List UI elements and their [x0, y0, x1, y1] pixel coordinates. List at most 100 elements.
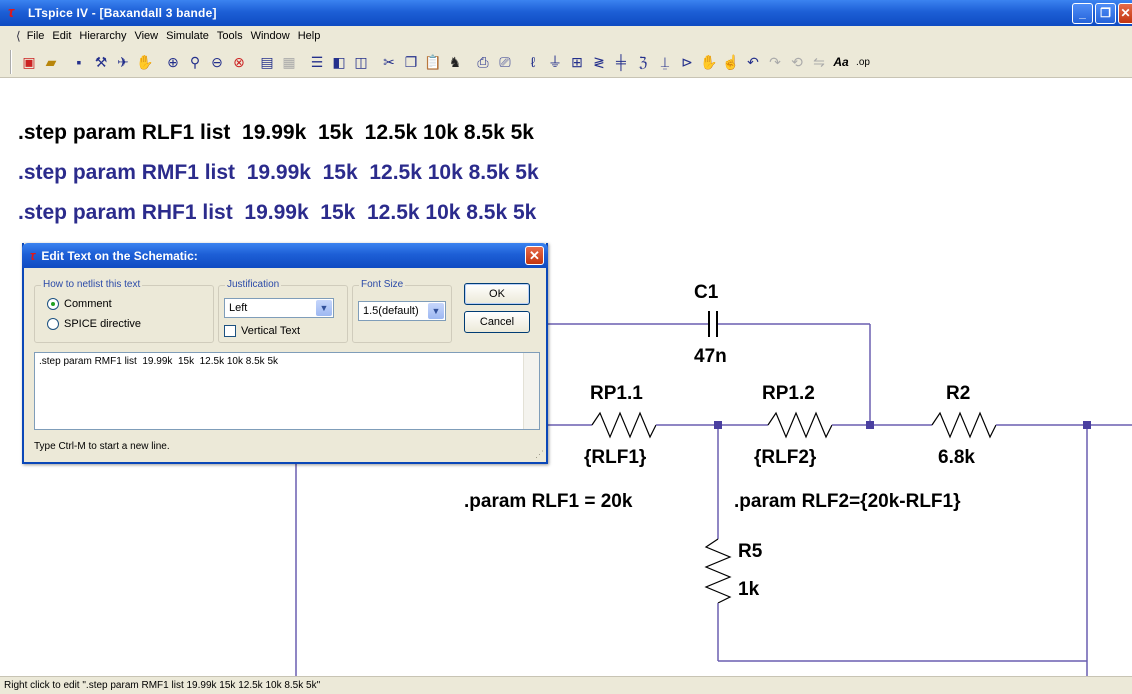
netlist-mode-label: How to netlist this text	[41, 279, 143, 290]
component-icon[interactable]: ⊳	[676, 51, 698, 73]
spice-directive-radio-label: SPICE directive	[64, 318, 142, 330]
r2-resistor	[931, 411, 997, 439]
menu-tools[interactable]: Tools	[217, 30, 243, 42]
c1-name-label[interactable]: C1	[694, 282, 718, 304]
font-size-select[interactable]: 1.5(default) ▼	[358, 301, 446, 321]
ok-button[interactable]: OK	[464, 283, 530, 305]
justification-label: Justification	[225, 279, 282, 290]
cancel-button[interactable]: Cancel	[464, 311, 530, 333]
menu-view[interactable]: View	[134, 30, 158, 42]
font-size-value: 1.5(default)	[363, 305, 419, 317]
ctrl-m-hint: Type Ctrl-M to start a new line.	[34, 441, 170, 452]
c1-value-label[interactable]: 47n	[694, 346, 727, 368]
rp1-2-name-label[interactable]: RP1.2	[762, 383, 815, 405]
r5-name-label[interactable]: R5	[738, 541, 762, 563]
rp1-1-value-label[interactable]: {RLF1}	[584, 447, 646, 469]
spice-directive-radio[interactable]: SPICE directive	[47, 318, 141, 330]
capacitor-icon[interactable]: ╪	[610, 51, 632, 73]
grid-icon[interactable]: ▦	[278, 51, 300, 73]
ltspice-logo-icon: τ	[8, 4, 15, 21]
print-icon[interactable]: ⎚	[494, 51, 516, 73]
checkbox-icon[interactable]	[224, 325, 236, 337]
diode-icon[interactable]: ⍊	[654, 51, 676, 73]
menu-hierarchy[interactable]: Hierarchy	[79, 30, 126, 42]
justification-select[interactable]: Left ▼	[224, 298, 334, 318]
rp1-2-value-label[interactable]: {RLF2}	[754, 447, 816, 469]
halt-icon[interactable]: ✋	[134, 51, 156, 73]
title-bar: τ LTspice IV - [Baxandall 3 bande] _ ❐ ✕	[0, 0, 1132, 26]
close-window-button[interactable]: ✕	[1118, 3, 1132, 24]
rp1-2-resistor	[767, 411, 833, 439]
mirror-icon[interactable]: ⇋	[808, 51, 830, 73]
print-preview-icon[interactable]: ⎙	[472, 51, 494, 73]
resistor-icon[interactable]: ≷	[588, 51, 610, 73]
step-directive-rmf1[interactable]: .step param RMF1 list 19.99k 15k 12.5k 1…	[18, 161, 539, 185]
control-panel-icon[interactable]: ⚒	[90, 51, 112, 73]
resize-grip-icon[interactable]: ⋰	[535, 449, 544, 460]
chevron-down-icon[interactable]: ▼	[316, 300, 332, 316]
comment-radio[interactable]: Comment	[47, 298, 112, 310]
new-schematic-icon[interactable]: ▣	[18, 51, 40, 73]
text-icon[interactable]: Aa	[830, 51, 852, 73]
ground-icon[interactable]: ⏚	[544, 51, 566, 73]
find-icon[interactable]: ♞	[444, 51, 466, 73]
minimize-button[interactable]: _	[1072, 3, 1093, 24]
label-net-icon[interactable]: ⊞	[566, 51, 588, 73]
draw-wire-icon[interactable]: ℓ	[522, 51, 544, 73]
justification-value: Left	[229, 302, 248, 314]
cascade-icon[interactable]: ◫	[350, 51, 372, 73]
pan-icon[interactable]: ⚲	[184, 51, 206, 73]
paste-icon[interactable]: 📋	[422, 51, 444, 73]
font-size-label: Font Size	[359, 279, 406, 290]
toolbar: ▣ ▰ ▪ ⚒ ✈ ✋ ⊕ ⚲ ⊖ ⊗ ▤ ▦ ☰ ◧ ◫ ✂ ❐ 📋 ♞ ⎙ …	[0, 46, 1132, 78]
drag-icon[interactable]: ☝	[720, 51, 742, 73]
save-icon[interactable]: ▪	[68, 51, 90, 73]
rotate-icon[interactable]: ⟲	[786, 51, 808, 73]
r2-name-label[interactable]: R2	[946, 383, 970, 405]
r5-value-label[interactable]: 1k	[738, 579, 759, 601]
autorange-icon[interactable]: ▤	[256, 51, 278, 73]
zoom-fit-icon[interactable]: ⊗	[228, 51, 250, 73]
junction-node	[866, 421, 874, 429]
param-rlf2-directive[interactable]: .param RLF2={20k-RLF1}	[734, 491, 961, 513]
text-scrollbar[interactable]	[523, 353, 539, 429]
document-menu-icon[interactable]: ⟨	[16, 29, 21, 43]
menu-help[interactable]: Help	[298, 30, 321, 42]
radio-unchecked-icon[interactable]	[47, 318, 59, 330]
cut-icon[interactable]: ✂	[378, 51, 400, 73]
radio-checked-icon[interactable]	[47, 298, 59, 310]
ltspice-logo-icon: τ	[30, 248, 36, 263]
run-icon[interactable]: ✈	[112, 51, 134, 73]
dialog-title: Edit Text on the Schematic:	[41, 248, 198, 263]
menu-edit[interactable]: Edit	[52, 30, 71, 42]
move-icon[interactable]: ✋	[698, 51, 720, 73]
step-directive-rhf1[interactable]: .step param RHF1 list 19.99k 15k 12.5k 1…	[18, 201, 536, 225]
spice-directive-icon[interactable]: .op	[852, 51, 874, 73]
redo-icon[interactable]: ↷	[764, 51, 786, 73]
zoom-in-icon[interactable]: ⊕	[162, 51, 184, 73]
window-title: LTspice IV - [Baxandall 3 bande]	[28, 6, 217, 20]
tile-horizontal-icon[interactable]: ☰	[306, 51, 328, 73]
menu-file[interactable]: File	[27, 30, 45, 42]
zoom-out-icon[interactable]: ⊖	[206, 51, 228, 73]
dialog-title-bar[interactable]: τ Edit Text on the Schematic: ✕	[22, 243, 548, 268]
undo-icon[interactable]: ↶	[742, 51, 764, 73]
comment-radio-label: Comment	[64, 298, 112, 310]
vertical-text-checkbox[interactable]: Vertical Text	[224, 325, 300, 337]
status-bar: Right click to edit ".step param RMF1 li…	[0, 676, 1132, 694]
open-icon[interactable]: ▰	[40, 51, 62, 73]
copy-icon[interactable]: ❐	[400, 51, 422, 73]
text-edit-area[interactable]: .step param RMF1 list 19.99k 15k 12.5k 1…	[34, 352, 540, 430]
rp1-1-name-label[interactable]: RP1.1	[590, 383, 643, 405]
r2-value-label[interactable]: 6.8k	[938, 447, 975, 469]
restore-button[interactable]: ❐	[1095, 3, 1116, 24]
inductor-icon[interactable]: ℨ	[632, 51, 654, 73]
edit-text-dialog: τ Edit Text on the Schematic: ✕ How to n…	[22, 243, 548, 464]
dialog-close-button[interactable]: ✕	[525, 246, 544, 265]
chevron-down-icon[interactable]: ▼	[428, 303, 444, 319]
menu-simulate[interactable]: Simulate	[166, 30, 209, 42]
param-rlf1-directive[interactable]: .param RLF1 = 20k	[464, 491, 632, 513]
menu-window[interactable]: Window	[251, 30, 290, 42]
step-directive-rlf1[interactable]: .step param RLF1 list 19.99k 15k 12.5k 1…	[18, 121, 534, 145]
tile-vertical-icon[interactable]: ◧	[328, 51, 350, 73]
